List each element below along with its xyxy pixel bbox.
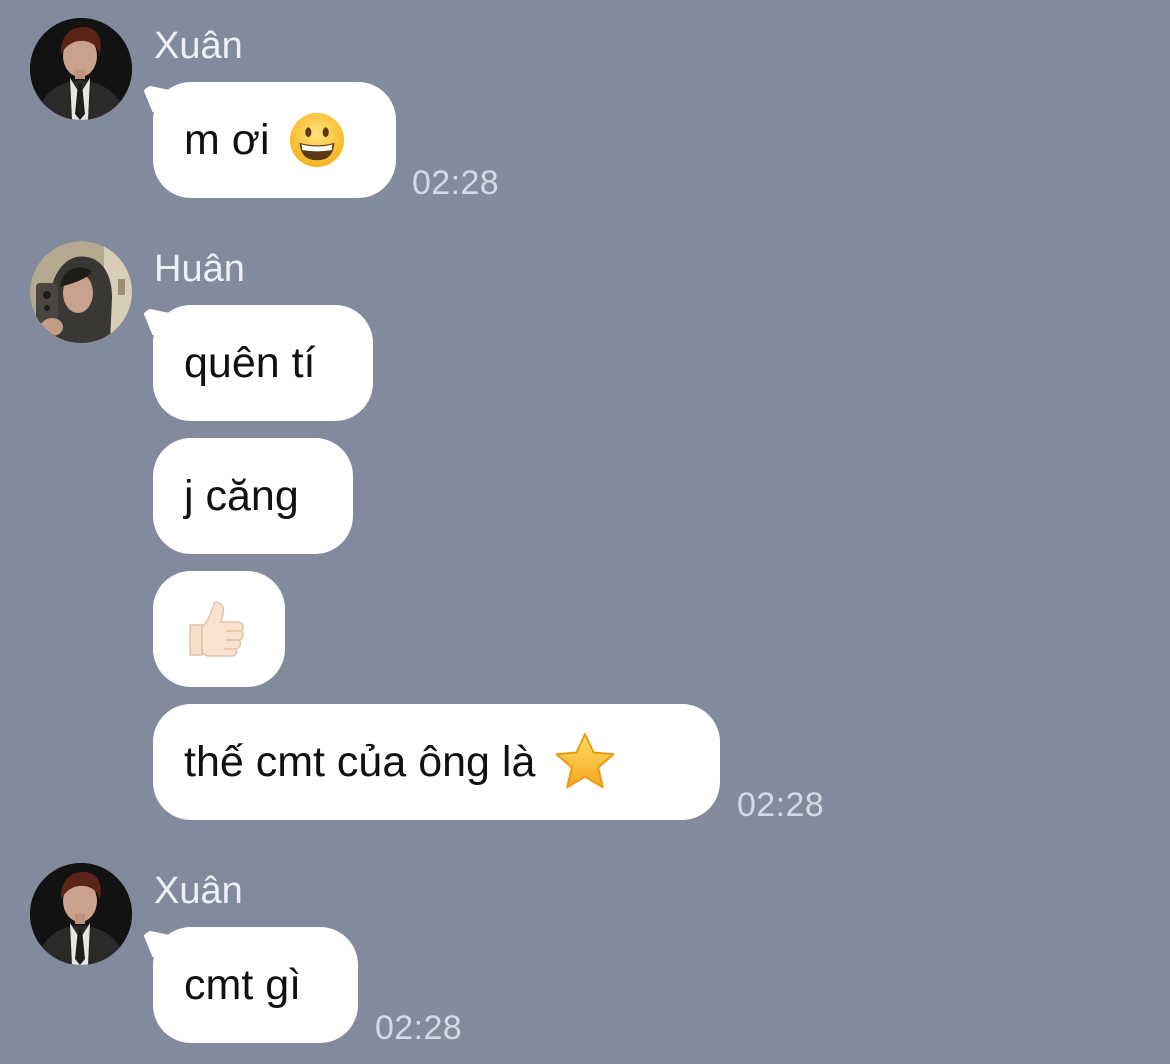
- message-bubble[interactable]: j căng: [153, 438, 353, 554]
- message-timestamp: 02:28: [737, 786, 825, 824]
- thumbs-up-emoji: [184, 597, 248, 661]
- sender-avatar[interactable]: [30, 863, 132, 965]
- sender-avatar[interactable]: [30, 18, 132, 120]
- message-bubble[interactable]: [153, 571, 285, 687]
- message-text: thế cmt của ông là: [184, 737, 536, 786]
- star-emoji: [553, 731, 617, 793]
- sender-avatar[interactable]: [30, 241, 132, 343]
- message-bubble[interactable]: m ơi: [153, 82, 396, 198]
- sender-name: Xuân: [154, 25, 243, 67]
- message-bubble[interactable]: thế cmt của ông là: [153, 704, 720, 820]
- message-text: j căng: [184, 471, 299, 520]
- grinning-face-emoji: [288, 111, 346, 169]
- message-timestamp: 02:28: [412, 164, 500, 202]
- sender-name: Xuân: [154, 870, 243, 912]
- message-text: quên tí: [184, 338, 316, 387]
- chat-thread: Xuân m ơi 02:28 Huân quên tí j căng thế …: [0, 0, 1170, 1064]
- sender-name: Huân: [154, 248, 245, 290]
- message-timestamp: 02:28: [375, 1009, 463, 1047]
- message-text: cmt gì: [184, 960, 302, 1009]
- message-bubble[interactable]: quên tí: [153, 305, 373, 421]
- message-bubble[interactable]: cmt gì: [153, 927, 358, 1043]
- message-text: m ơi: [184, 115, 270, 164]
